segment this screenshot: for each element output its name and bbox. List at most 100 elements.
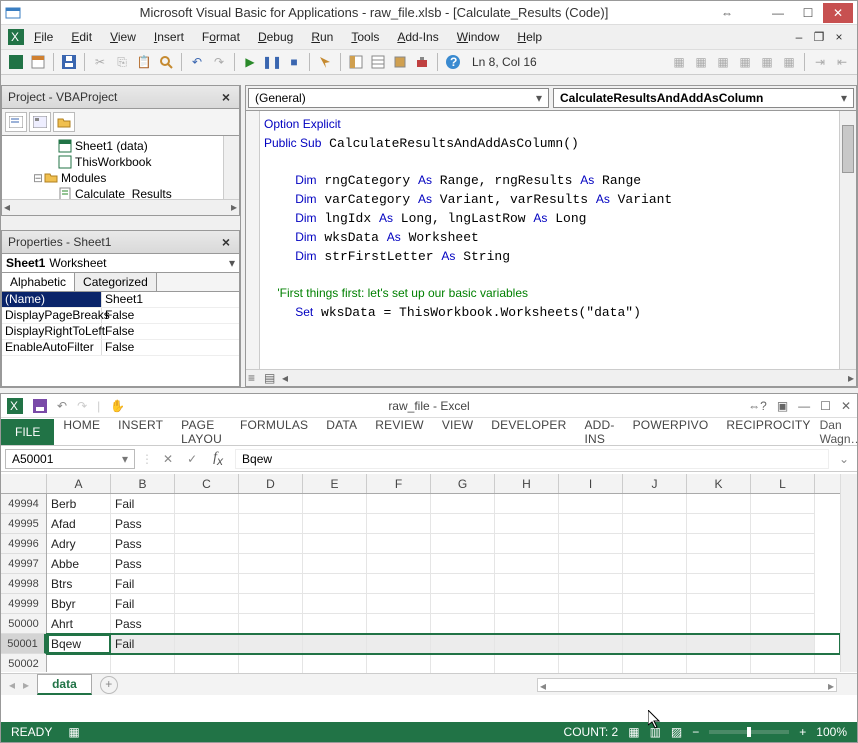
paste-icon[interactable]: 📋	[135, 53, 153, 71]
cell[interactable]	[239, 634, 303, 654]
ribbon-tab-home[interactable]: HOME	[54, 412, 109, 452]
zoom-in-button[interactable]: +	[799, 725, 806, 739]
cell[interactable]	[303, 514, 367, 534]
col-header-B[interactable]: B	[111, 474, 175, 493]
properties-object-combo[interactable]: Sheet1 Worksheet ▾	[1, 254, 240, 273]
property-row[interactable]: DisplayRightToLeftFalse	[2, 324, 239, 340]
ribbon-tab-add-ins[interactable]: ADD-INS	[575, 412, 623, 452]
cell[interactable]	[175, 494, 239, 514]
project-explorer-icon[interactable]	[347, 53, 365, 71]
column-headers[interactable]: ABCDEFGHIJKL	[1, 474, 840, 494]
cell[interactable]	[687, 654, 751, 674]
project-panel-close-icon[interactable]: ×	[219, 89, 233, 105]
cell[interactable]	[623, 614, 687, 634]
cell[interactable]: Berb	[47, 494, 111, 514]
cell[interactable]	[559, 634, 623, 654]
cell[interactable]	[495, 574, 559, 594]
cell[interactable]	[367, 634, 431, 654]
select-all-corner[interactable]	[1, 474, 47, 493]
properties-icon[interactable]	[369, 53, 387, 71]
ribbon-tab-developer[interactable]: DEVELOPER	[482, 412, 575, 452]
redo-icon[interactable]: ↷	[210, 53, 228, 71]
cell[interactable]	[367, 574, 431, 594]
cell[interactable]: Ahrt	[47, 614, 111, 634]
cell[interactable]	[495, 514, 559, 534]
new-sheet-button[interactable]: +	[100, 676, 118, 694]
cell[interactable]	[687, 614, 751, 634]
property-row[interactable]: DisplayPageBreaksFalse	[2, 308, 239, 324]
cell[interactable]	[495, 634, 559, 654]
ribbon-tab-powerpivo[interactable]: POWERPIVO	[624, 412, 718, 452]
cell[interactable]	[431, 514, 495, 534]
code-text[interactable]: Option Explicit Public Sub CalculateResu…	[264, 115, 672, 322]
cell[interactable]	[303, 574, 367, 594]
cancel-formula-icon[interactable]: ✕	[159, 452, 177, 466]
cell[interactable]	[623, 594, 687, 614]
menu-addins[interactable]: Add-Ins	[388, 27, 447, 47]
cell[interactable]	[495, 534, 559, 554]
cell[interactable]: Abbe	[47, 554, 111, 574]
view-code-icon[interactable]	[5, 112, 27, 132]
macro-record-icon[interactable]: ▦	[68, 725, 79, 739]
ribbon-tab-formulas[interactable]: FORMULAS	[231, 412, 317, 452]
zoom-slider[interactable]	[709, 730, 789, 734]
excel-ribbon-options-icon[interactable]: ▣	[777, 399, 788, 413]
cell[interactable]	[559, 654, 623, 674]
run-icon[interactable]: ▶	[241, 53, 259, 71]
menu-debug[interactable]: Debug	[249, 27, 302, 47]
cell[interactable]: Pass	[111, 614, 175, 634]
menu-run[interactable]: Run	[302, 27, 342, 47]
col-header-J[interactable]: J	[623, 474, 687, 493]
excel-sync-icon[interactable]: ⇔?	[748, 399, 767, 413]
properties-panel-header[interactable]: Properties - Sheet1 ×	[1, 230, 240, 254]
cell[interactable]: Bqew	[47, 634, 111, 654]
qat-redo-icon[interactable]: ↷	[77, 399, 87, 413]
code-hscroll[interactable]: ≡ ▤ ▸ ◂	[246, 369, 856, 386]
col-header-C[interactable]: C	[175, 474, 239, 493]
user-name[interactable]: Dan Wagn…	[820, 418, 858, 446]
vbe-close-button[interactable]: ✕	[823, 3, 853, 23]
col-header-L[interactable]: L	[751, 474, 815, 493]
col-header-E[interactable]: E	[303, 474, 367, 493]
cell[interactable]	[687, 594, 751, 614]
outdent-icon[interactable]: ⇤	[833, 53, 851, 71]
cut-icon[interactable]: ✂	[91, 53, 109, 71]
col-header-G[interactable]: G	[431, 474, 495, 493]
ribbon-file-tab[interactable]: FILE	[1, 419, 54, 445]
properties-tab-categorized[interactable]: Categorized	[75, 273, 157, 291]
cell[interactable]	[175, 574, 239, 594]
reset-icon[interactable]: ■	[285, 53, 303, 71]
cell[interactable]	[687, 634, 751, 654]
cell[interactable]	[303, 534, 367, 554]
design-mode-icon[interactable]	[316, 53, 334, 71]
toolbar-extra-icon[interactable]: ▦	[736, 53, 754, 71]
cell[interactable]	[751, 614, 815, 634]
cell[interactable]	[623, 494, 687, 514]
qat-undo-icon[interactable]: ↶	[57, 399, 67, 413]
code-vscroll[interactable]	[839, 111, 856, 369]
cell[interactable]	[559, 614, 623, 634]
cell[interactable]	[303, 494, 367, 514]
project-panel-header[interactable]: Project - VBAProject ×	[1, 85, 240, 109]
menu-tools[interactable]: Tools	[342, 27, 388, 47]
cell[interactable]	[239, 514, 303, 534]
cell[interactable]	[239, 494, 303, 514]
zoom-level[interactable]: 100%	[816, 725, 847, 739]
excel-maximize-button[interactable]: ☐	[820, 399, 831, 413]
cell[interactable]	[303, 654, 367, 674]
tree-modules[interactable]: Modules	[61, 171, 106, 185]
cell[interactable]	[687, 494, 751, 514]
menu-view[interactable]: View	[101, 27, 145, 47]
excel-minimize-button[interactable]: —	[798, 399, 810, 413]
toolbar-extra-icon[interactable]: ▦	[714, 53, 732, 71]
cell[interactable]	[367, 494, 431, 514]
menu-file[interactable]: File	[25, 27, 62, 47]
sheet-nav-prev-icon[interactable]: ◂	[9, 678, 15, 692]
cell[interactable]	[175, 614, 239, 634]
cell[interactable]	[623, 534, 687, 554]
sheet-hscroll[interactable]: ◂▸	[537, 678, 837, 692]
excel-switch-icon[interactable]: X	[7, 28, 25, 46]
row-header[interactable]: 49998	[1, 574, 46, 594]
project-hscroll[interactable]: ◂▸	[2, 199, 239, 215]
toolbox-icon[interactable]	[413, 53, 431, 71]
